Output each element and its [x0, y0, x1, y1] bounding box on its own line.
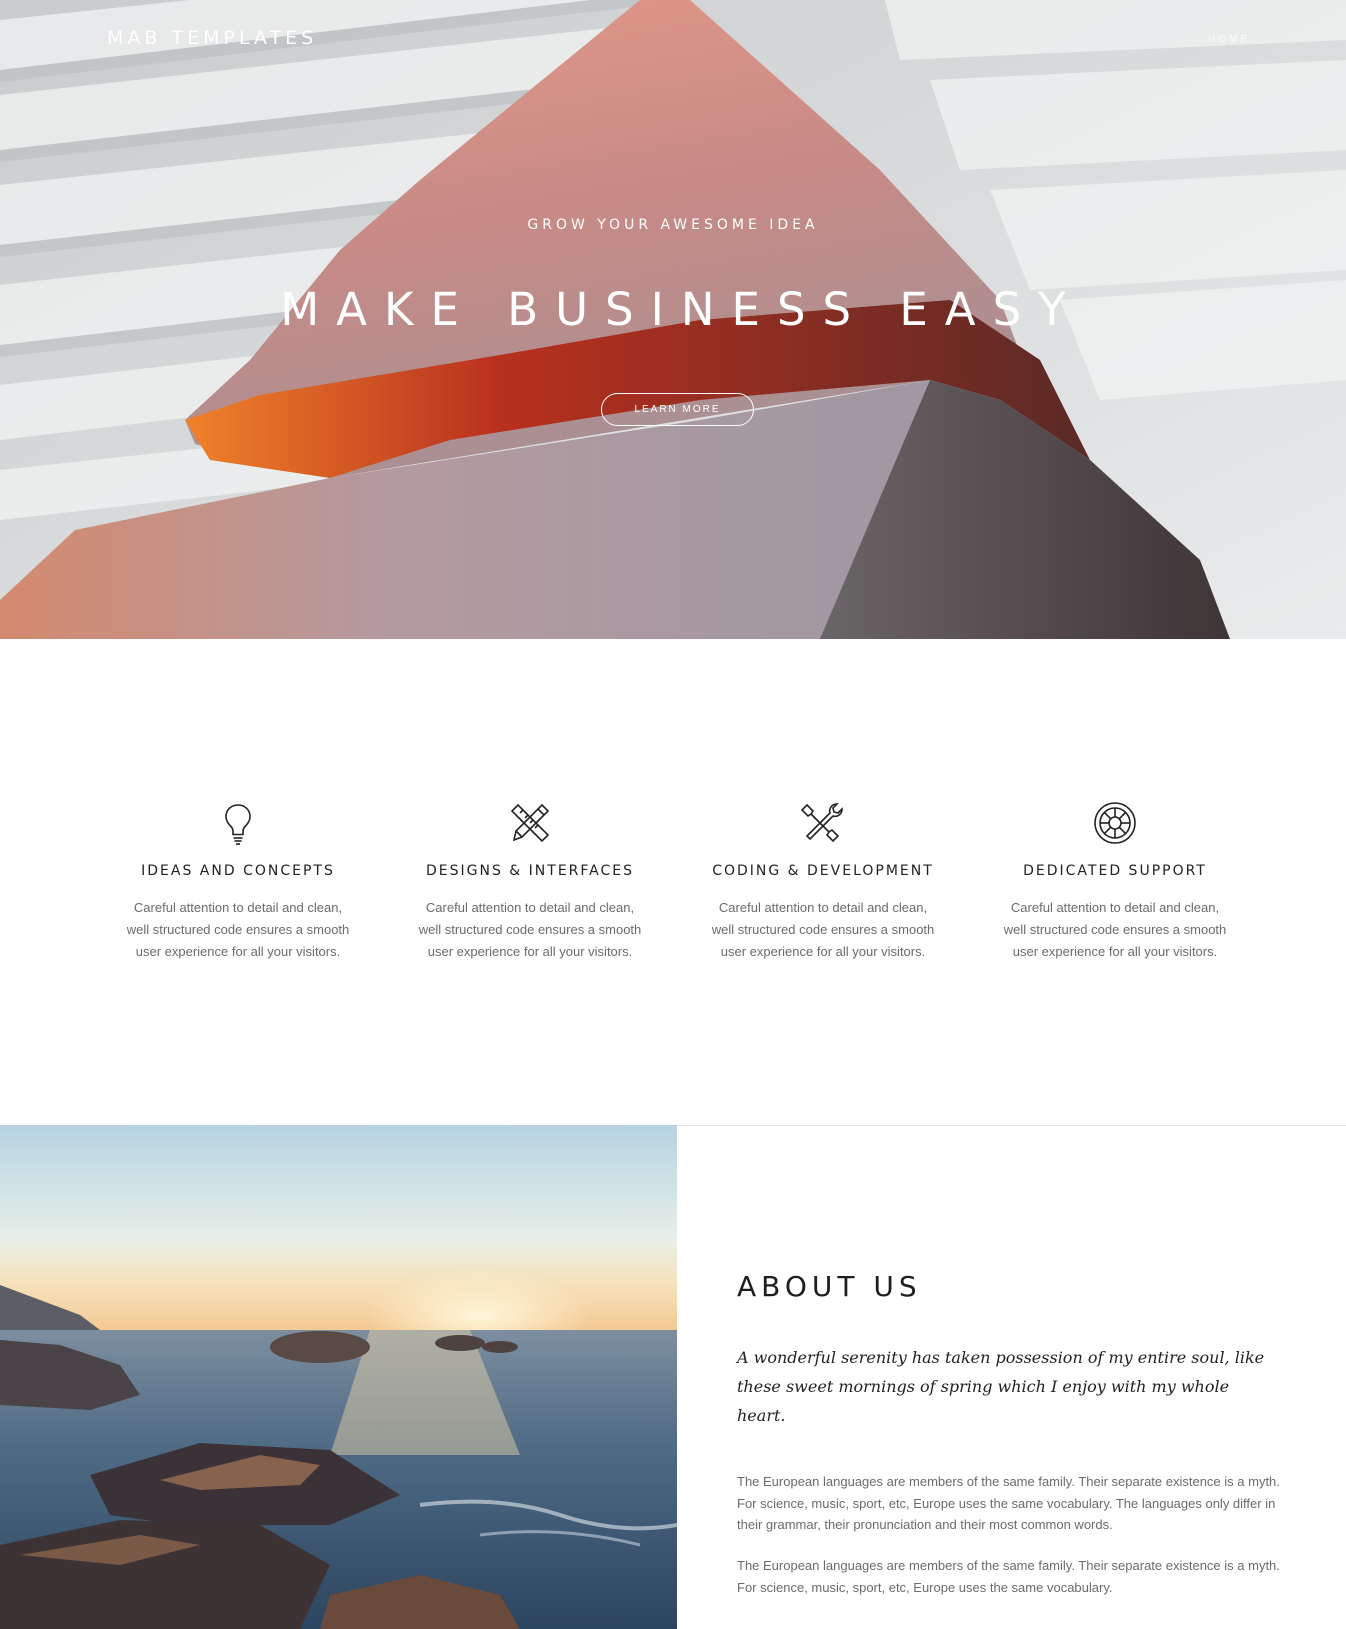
feature-title: IDEAS AND CONCEPTS	[141, 863, 335, 879]
learn-more-button[interactable]: LEARN MORE	[601, 393, 754, 426]
nav-home-link[interactable]: HOME	[1208, 34, 1250, 45]
about-quote: A wonderful serenity has taken possessio…	[737, 1348, 1265, 1425]
feature-designs: DESIGNS & INTERFACES Careful attention t…	[400, 799, 660, 963]
feature-ideas: IDEAS AND CONCEPTS Careful attention to …	[108, 799, 368, 963]
feature-text: Careful attention to detail and clean, w…	[711, 900, 935, 959]
hero-section: MAB TEMPLATES HOME GROW YOUR AWESOME IDE…	[0, 0, 1346, 639]
about-divider	[677, 1125, 1346, 1126]
hero-eyebrow: GROW YOUR AWESOME IDEA	[527, 217, 819, 233]
seascape-image	[0, 1125, 677, 1629]
about-paragraph: The European languages are members of th…	[737, 1558, 1280, 1595]
feature-text: Careful attention to detail and clean, w…	[126, 900, 350, 959]
lifebuoy-icon	[1094, 802, 1136, 844]
wrench-screwdriver-icon	[800, 803, 843, 843]
about-title: ABOUT US	[737, 1270, 922, 1303]
feature-coding: CODING & DEVELOPMENT Careful attention t…	[693, 799, 953, 963]
lightbulb-icon	[225, 804, 251, 845]
pencil-ruler-icon	[510, 803, 550, 843]
about-paragraph: The European languages are members of th…	[737, 1474, 1280, 1532]
about-section: ABOUT US A wonderful serenity has taken …	[0, 1125, 1346, 1629]
brand-logo[interactable]: MAB TEMPLATES	[107, 27, 317, 49]
feature-title: CODING & DEVELOPMENT	[712, 863, 934, 879]
feature-text: Careful attention to detail and clean, w…	[1003, 900, 1227, 959]
feature-support: DEDICATED SUPPORT Careful attention to d…	[985, 799, 1245, 963]
feature-text: Careful attention to detail and clean, w…	[418, 900, 642, 959]
feature-title: DESIGNS & INTERFACES	[426, 863, 634, 879]
hero-title: MAKE BUSINESS EASY	[280, 283, 1083, 336]
features-section: IDEAS AND CONCEPTS Careful attention to …	[0, 639, 1346, 1125]
feature-title: DEDICATED SUPPORT	[1023, 863, 1207, 879]
